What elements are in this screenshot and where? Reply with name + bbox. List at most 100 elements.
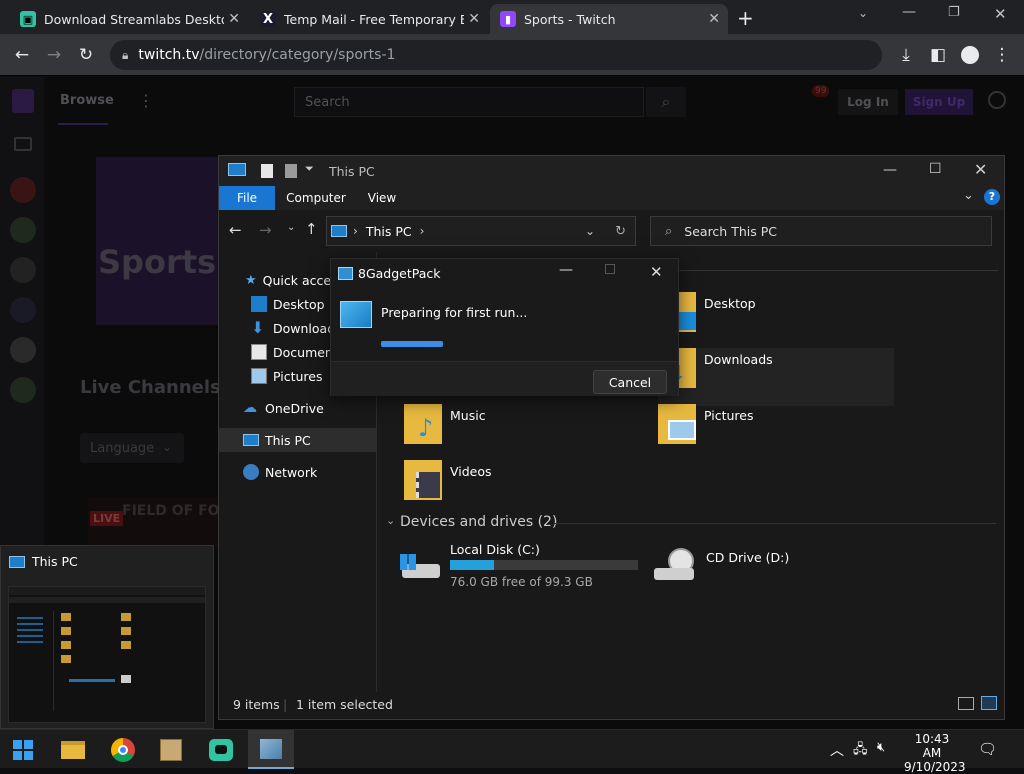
stream-thumbnail[interactable]: LIVE FIELD OF FORTU bbox=[88, 497, 251, 547]
chrome-menu-icon[interactable]: ⋮ bbox=[990, 43, 1014, 67]
refresh-icon[interactable]: ↻ bbox=[615, 224, 626, 239]
drive-free-space: 76.0 GB free of 99.3 GB bbox=[450, 575, 593, 589]
collapse-chevron-icon[interactable]: ⌄ bbox=[386, 514, 395, 527]
twitch-signup-button[interactable]: Sign Up bbox=[905, 89, 973, 115]
folder-label: Downloads bbox=[704, 352, 773, 367]
close-window-icon[interactable]: ✕ bbox=[994, 5, 1007, 23]
cancel-button[interactable]: Cancel bbox=[593, 370, 667, 394]
drive-usage-fill bbox=[450, 560, 495, 570]
details-view-icon[interactable] bbox=[958, 697, 974, 710]
explorer-address-bar[interactable]: › This PC › ⌄ ↻ bbox=[326, 216, 636, 246]
this-pc-icon bbox=[9, 556, 25, 568]
help-icon[interactable]: ? bbox=[984, 189, 1000, 205]
tab-streamlabs[interactable]: ▣ Download Streamlabs Desktop L ✕ bbox=[10, 4, 248, 34]
close-tab-icon[interactable]: ✕ bbox=[228, 11, 240, 27]
devices-section-header[interactable]: Devices and drives (2) bbox=[400, 514, 557, 530]
folder-icon bbox=[658, 404, 696, 444]
twitch-more-icon[interactable]: ⋮ bbox=[138, 91, 154, 110]
channel-avatar[interactable] bbox=[10, 217, 36, 243]
drive-usage-bar bbox=[450, 560, 638, 570]
x-logo-icon: X bbox=[260, 11, 276, 27]
nav-this-pc[interactable]: This PC bbox=[219, 428, 376, 452]
windows-taskbar: ︿ 🖧︎ 🔇︎ 10:43 AM 9/10/2023 🗨︎ bbox=[0, 729, 1024, 774]
nav-network[interactable]: Network bbox=[219, 460, 376, 484]
profile-icon[interactable] bbox=[958, 43, 982, 67]
twitch-browse-link[interactable]: Browse bbox=[60, 93, 114, 108]
tab-search-icon[interactable]: ⌄ bbox=[858, 6, 868, 20]
section-divider bbox=[554, 523, 996, 524]
reload-icon[interactable]: ↻ bbox=[74, 43, 98, 67]
address-dropdown-icon[interactable]: ⌄ bbox=[585, 224, 595, 238]
close-dialog-icon[interactable]: ✕ bbox=[650, 263, 663, 281]
twitch-user-icon[interactable] bbox=[988, 91, 1006, 109]
taskbar-file-explorer[interactable] bbox=[50, 730, 96, 769]
folder-pictures[interactable]: Pictures bbox=[658, 404, 894, 454]
tab-twitch[interactable]: ▮ Sports - Twitch ✕ bbox=[490, 4, 728, 34]
channel-avatar[interactable] bbox=[10, 337, 36, 363]
ribbon-tab-view[interactable]: View bbox=[359, 186, 405, 210]
ribbon-tab-file[interactable]: File bbox=[219, 186, 275, 210]
breadcrumb-separator-icon[interactable]: › bbox=[420, 224, 425, 238]
new-tab-button[interactable]: + bbox=[737, 6, 754, 30]
channel-avatar[interactable] bbox=[10, 177, 36, 203]
close-tab-icon[interactable]: ✕ bbox=[708, 11, 720, 27]
side-panel-icon[interactable]: ◧ bbox=[926, 43, 950, 67]
folder-music[interactable]: ♪ Music bbox=[404, 404, 640, 454]
status-separator: | bbox=[283, 697, 288, 712]
language-filter[interactable]: Language ⌄ bbox=[80, 433, 184, 463]
explorer-search-input[interactable]: ⌕ Search This PC bbox=[650, 216, 992, 246]
address-location[interactable]: This PC bbox=[366, 224, 412, 239]
maximize-icon[interactable]: ☐ bbox=[929, 161, 942, 177]
properties-icon[interactable] bbox=[261, 164, 273, 178]
quick-access-toolbar-dropdown-icon[interactable]: ⏷ bbox=[305, 162, 314, 176]
notification-center-icon[interactable]: 🗨︎ bbox=[978, 740, 997, 758]
large-icons-view-icon[interactable] bbox=[981, 696, 997, 710]
forward-icon[interactable]: → bbox=[259, 221, 272, 239]
taskbar-this-pc[interactable] bbox=[248, 730, 294, 769]
close-window-icon[interactable]: ✕ bbox=[974, 160, 987, 179]
channel-avatar[interactable] bbox=[10, 257, 36, 283]
browser-tab-bar: ▣ Download Streamlabs Desktop L ✕ X Temp… bbox=[0, 0, 1024, 34]
twitch-login-button[interactable]: Log In bbox=[838, 89, 898, 115]
recent-locations-icon[interactable]: ⌄ bbox=[287, 222, 295, 233]
close-tab-icon[interactable]: ✕ bbox=[468, 11, 480, 27]
twitch-logo-icon[interactable] bbox=[12, 89, 34, 113]
channel-avatar[interactable] bbox=[10, 377, 36, 403]
new-folder-icon[interactable] bbox=[285, 164, 297, 178]
folder-downloads[interactable]: ⬇ Downloads bbox=[658, 348, 894, 406]
network-icon[interactable]: 🖧︎ bbox=[853, 740, 868, 762]
download-icon[interactable]: ⤓ bbox=[894, 43, 918, 67]
minimize-icon[interactable]: — bbox=[902, 4, 916, 20]
nav-onedrive[interactable]: ☁ OneDrive bbox=[219, 396, 376, 420]
following-icon[interactable] bbox=[14, 137, 32, 151]
ribbon-expand-icon[interactable]: ⌄ bbox=[963, 188, 974, 203]
show-hidden-icons-chevron-icon[interactable]: ︿ bbox=[830, 740, 844, 760]
minimize-icon[interactable]: — bbox=[559, 262, 573, 278]
restore-icon[interactable]: ❐ bbox=[948, 5, 960, 20]
explorer-status-bar: 9 items | 1 item selected bbox=[219, 691, 1004, 719]
tab-temp-mail[interactable]: X Temp Mail - Free Temporary Ema ✕ bbox=[250, 4, 488, 34]
start-button[interactable] bbox=[0, 730, 46, 769]
taskbar-thumbnail-preview[interactable]: This PC bbox=[0, 545, 214, 729]
twitch-search-icon[interactable]: ⌕ bbox=[646, 87, 686, 117]
explorer-title-bar: ⏷ This PC — ☐ ✕ bbox=[219, 156, 1004, 186]
minimize-icon[interactable]: — bbox=[883, 162, 897, 178]
back-icon[interactable]: ← bbox=[229, 221, 242, 239]
back-icon[interactable]: ← bbox=[10, 43, 34, 67]
volume-muted-icon[interactable]: 🔇︎ bbox=[877, 740, 885, 755]
tab-title: Temp Mail - Free Temporary Ema bbox=[284, 11, 464, 27]
folder-desktop[interactable]: Desktop bbox=[658, 292, 894, 350]
twitch-search-input[interactable]: Search bbox=[294, 87, 644, 117]
address-bar[interactable]: 🔒︎ twitch.tv/directory/category/sports-1 bbox=[110, 40, 882, 70]
taskbar-streamlabs[interactable] bbox=[198, 730, 244, 769]
drive-local-disk[interactable]: Local Disk (C:) 76.0 GB free of 99.3 GB bbox=[400, 540, 640, 594]
taskbar-chrome[interactable] bbox=[100, 730, 146, 769]
forward-icon[interactable]: → bbox=[42, 43, 66, 67]
ribbon-tab-computer[interactable]: Computer bbox=[281, 186, 351, 210]
up-icon[interactable]: ↑ bbox=[305, 220, 318, 238]
channel-avatar[interactable] bbox=[10, 297, 36, 323]
download-arrow-icon: ⬇ bbox=[251, 318, 265, 337]
taskbar-package-app[interactable] bbox=[148, 730, 194, 769]
folder-videos[interactable]: Videos bbox=[404, 460, 640, 510]
drive-cd[interactable]: CD Drive (D:) bbox=[654, 540, 854, 594]
